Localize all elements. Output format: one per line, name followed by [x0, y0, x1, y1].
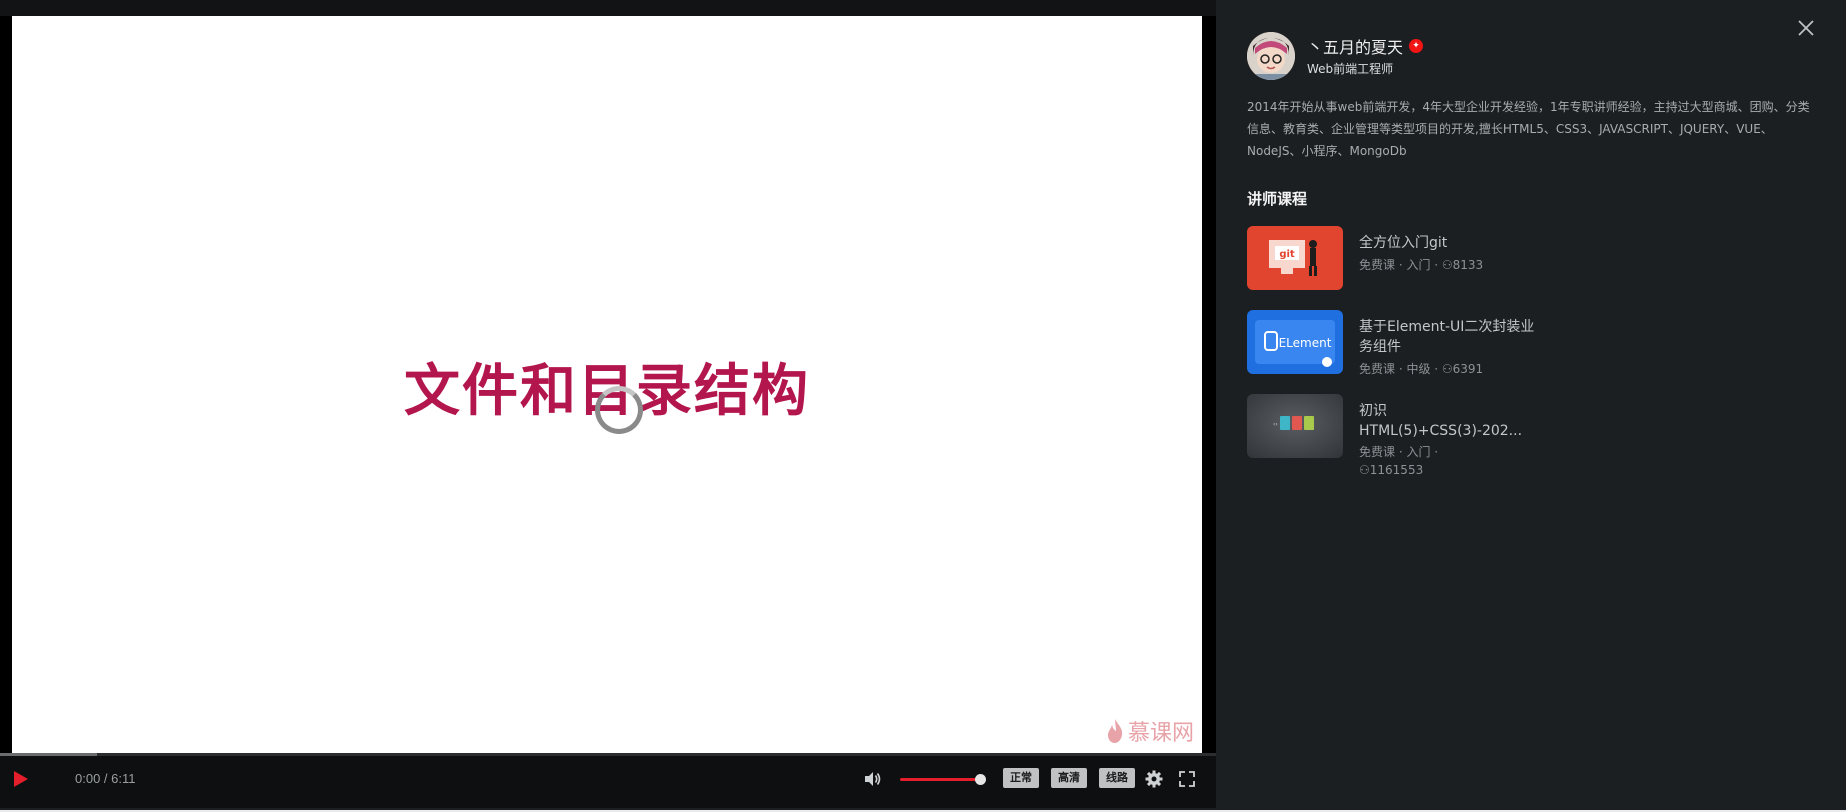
course-meta: 免费课 · 入门 · ⚇1161553 [1359, 443, 1459, 479]
course-meta-text: 免费课 · 入门 · [1359, 258, 1442, 272]
course-meta-text: 免费课 · 入门 · [1359, 445, 1439, 459]
element-thumbnail-image: ELement [1247, 310, 1343, 374]
courses-section-title: 讲师课程 [1247, 190, 1308, 208]
teacher-avatar[interactable] [1247, 32, 1295, 80]
course-meta-text: 免费课 · 中级 · [1359, 362, 1442, 376]
volume-icon[interactable] [862, 769, 882, 789]
learners-icon: ⚇ [1441, 362, 1453, 376]
line-button[interactable]: 线路 [1099, 768, 1135, 788]
top-strip [0, 0, 1216, 16]
course-title[interactable]: 基于Element-UI二次封装业务组件 [1359, 317, 1539, 357]
flame-icon [1107, 719, 1123, 743]
html-css-thumbnail-image: ‹› [1247, 394, 1343, 458]
teacher-name[interactable]: 丶五月的夏天 ✦ [1307, 34, 1424, 58]
video-player[interactable]: 文件和目录结构 慕课网 0:00 / 6:11 正常 高清 线路 [0, 16, 1216, 808]
fullscreen-icon[interactable] [1177, 769, 1197, 789]
course-item[interactable]: git 全方位入门git 免费课 · 入门 · ⚇8133 [1247, 226, 1647, 290]
close-icon[interactable] [1796, 18, 1816, 38]
loading-spinner-icon [595, 386, 643, 434]
video-screen[interactable]: 文件和目录结构 慕课网 [12, 16, 1202, 753]
course-meta: 免费课 · 入门 · ⚇8133 [1359, 256, 1483, 274]
watermark-logo: 慕课网 [1106, 715, 1194, 747]
verified-badge-icon: ✦ [1409, 39, 1424, 53]
learners-icon: ⚇ [1441, 258, 1453, 272]
settings-gear-icon[interactable] [1144, 769, 1164, 789]
course-item[interactable]: ELement 基于Element-UI二次封装业务组件 免费课 · 中级 · … [1247, 310, 1647, 376]
learners-count: 1161553 [1369, 463, 1424, 477]
volume-slider[interactable] [900, 778, 980, 781]
play-icon[interactable] [12, 769, 30, 789]
video-course-app: 文件和目录结构 慕课网 0:00 / 6:11 正常 高清 线路 丶五月的夏天 … [0, 0, 1846, 810]
watermark-text: 慕课网 [1127, 721, 1194, 746]
avatar-image [1247, 32, 1295, 80]
teacher-bio: 2014年开始从事web前端开发，4年大型企业开发经验，1年专职讲师经验，主持过… [1247, 100, 1810, 158]
volume-slider-handle[interactable] [975, 774, 986, 785]
course-title[interactable]: 初识HTML(5)+CSS(3)-202... [1359, 401, 1529, 441]
course-title[interactable]: 全方位入门git [1359, 233, 1539, 253]
git-thumb-label: git [1279, 249, 1295, 260]
element-thumb-label: ELement [1279, 336, 1332, 350]
progress-bar[interactable] [0, 753, 1216, 756]
quality-button[interactable]: 高清 [1051, 768, 1087, 788]
course-thumbnail: ‹› [1247, 394, 1343, 458]
teacher-name-text: 丶五月的夏天 [1307, 38, 1404, 57]
learners-icon: ⚇ [1359, 463, 1370, 477]
course-thumbnail: ELement [1247, 310, 1343, 374]
course-item[interactable]: ‹› 初识HTML(5)+CSS(3)-202... 免费课 · 入门 · ⚇1… [1247, 394, 1647, 477]
learners-count: 8133 [1452, 258, 1484, 272]
teacher-role: Web前端工程师 [1307, 62, 1394, 76]
playback-rate-button[interactable]: 正常 [1003, 768, 1039, 788]
svg-text:‹›: ‹› [1273, 421, 1278, 428]
git-thumbnail-image: git [1247, 226, 1343, 290]
course-thumbnail: git [1247, 226, 1343, 290]
buffered-progress [0, 753, 98, 756]
control-bar: 0:00 / 6:11 正常 高清 线路 [0, 753, 1216, 808]
course-meta: 免费课 · 中级 · ⚇6391 [1359, 360, 1483, 378]
time-display: 0:00 / 6:11 [75, 771, 136, 786]
learners-count: 6391 [1452, 362, 1484, 376]
